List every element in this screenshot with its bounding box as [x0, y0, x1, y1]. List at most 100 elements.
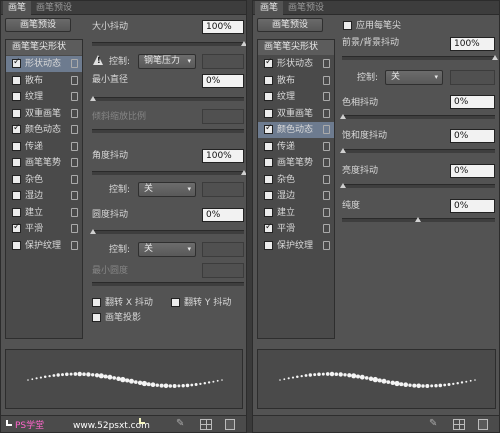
lock-icon[interactable] — [71, 207, 78, 217]
fg-bg-jitter-slider-thumb[interactable] — [492, 55, 499, 60]
lock-icon[interactable] — [71, 108, 78, 118]
brush-icon[interactable]: ✎ — [176, 418, 190, 430]
sidebar-item-checkbox[interactable] — [264, 158, 273, 167]
sidebar-item[interactable]: 散布 — [258, 73, 334, 89]
sidebar-item-checkbox[interactable] — [264, 191, 273, 200]
sidebar-item[interactable]: 双重画笔 — [6, 106, 82, 122]
tab-brush-presets[interactable]: 画笔预设 — [31, 1, 77, 15]
roundness-jitter-value[interactable]: 0% — [202, 208, 244, 222]
tab-brush[interactable]: 画笔 — [255, 1, 284, 15]
sidebar-item[interactable]: 传递 — [258, 139, 334, 155]
tab-brush[interactable]: 画笔 — [3, 1, 32, 15]
brightness-jitter-slider-thumb[interactable] — [340, 183, 347, 188]
sidebar-item-checkbox[interactable] — [12, 75, 21, 85]
apply-per-tip-checkbox[interactable] — [343, 21, 352, 30]
roundness-control-select[interactable]: 关 ▾ — [138, 242, 196, 257]
lock-icon[interactable] — [71, 141, 78, 151]
brightness-jitter-value[interactable]: 0% — [450, 164, 495, 178]
sidebar-item-checkbox[interactable] — [264, 240, 273, 250]
sidebar-item[interactable]: 建立 — [6, 205, 82, 221]
lock-icon[interactable] — [323, 92, 330, 101]
sidebar-item[interactable]: 保护纹理 — [6, 238, 82, 254]
angle-control-select[interactable]: 关 ▾ — [138, 182, 196, 197]
angle-jitter-slider[interactable] — [92, 171, 244, 175]
sidebar-item-checkbox[interactable] — [264, 174, 273, 184]
lock-icon[interactable] — [71, 92, 78, 101]
lock-icon[interactable] — [323, 125, 330, 134]
roundness-jitter-slider[interactable] — [92, 230, 244, 234]
sidebar-item[interactable]: 形状动态 — [6, 56, 82, 72]
sidebar-item[interactable]: 传递 — [6, 139, 82, 155]
sidebar-item[interactable]: 湿边 — [6, 188, 82, 204]
angle-jitter-value[interactable]: 100% — [202, 149, 244, 163]
lock-icon[interactable] — [71, 240, 78, 250]
fg-bg-jitter-value[interactable]: 100% — [450, 37, 495, 51]
roundness-jitter-slider-thumb[interactable] — [90, 229, 97, 234]
sidebar-item[interactable]: 纹理 — [258, 89, 334, 105]
purity-slider-thumb[interactable] — [415, 217, 422, 222]
lock-icon[interactable] — [323, 191, 330, 200]
sidebar-item-checkbox[interactable] — [12, 92, 21, 101]
min-diameter-value[interactable]: 0% — [202, 74, 244, 88]
sidebar-item[interactable]: 散布 — [6, 73, 82, 89]
saturation-jitter-value[interactable]: 0% — [450, 129, 495, 143]
lock-icon[interactable] — [323, 174, 330, 184]
brush-presets-button[interactable]: 画笔预设 — [5, 18, 71, 32]
lock-icon[interactable] — [71, 158, 78, 167]
sidebar-item-checkbox[interactable] — [12, 222, 21, 233]
sidebar-item[interactable]: 湿边 — [258, 188, 334, 204]
size-jitter-value[interactable]: 100% — [202, 20, 244, 34]
sidebar-item-checkbox[interactable] — [264, 57, 273, 68]
sidebar-item-checkbox[interactable] — [12, 108, 21, 118]
lock-icon[interactable] — [323, 141, 330, 151]
saturation-jitter-slider[interactable] — [342, 149, 495, 153]
lock-icon[interactable] — [323, 240, 330, 250]
min-diameter-slider[interactable] — [92, 97, 244, 101]
hue-jitter-slider[interactable] — [342, 115, 495, 119]
sidebar-item-checkbox[interactable] — [12, 174, 21, 184]
sidebar-item[interactable]: 建立 — [258, 205, 334, 221]
lock-icon[interactable] — [323, 108, 330, 118]
sidebar-item-checkbox[interactable] — [264, 75, 273, 85]
sidebar-item-checkbox[interactable] — [264, 141, 273, 151]
tab-brush-presets[interactable]: 画笔预设 — [283, 1, 329, 15]
sidebar-item[interactable]: 形状动态 — [258, 56, 334, 72]
hue-jitter-slider-thumb[interactable] — [340, 114, 347, 119]
sidebar-item[interactable]: 纹理 — [6, 89, 82, 105]
brightness-jitter-slider[interactable] — [342, 184, 495, 188]
lock-icon[interactable] — [71, 75, 78, 85]
sidebar-item-checkbox[interactable] — [12, 191, 21, 200]
brush-tip-shape-item[interactable]: 画笔笔尖形状 — [258, 40, 334, 55]
sidebar-item[interactable]: 平滑 — [6, 221, 82, 237]
sidebar-item[interactable]: 保护纹理 — [258, 238, 334, 254]
sidebar-item-checkbox[interactable] — [12, 240, 21, 250]
sidebar-item-checkbox[interactable] — [12, 141, 21, 151]
lock-icon[interactable] — [323, 59, 330, 68]
flip-y-checkbox[interactable] — [171, 298, 180, 307]
lock-icon[interactable] — [71, 125, 78, 134]
lock-icon[interactable] — [323, 207, 330, 217]
brush-projection-checkbox[interactable] — [92, 313, 101, 322]
sidebar-item-checkbox[interactable] — [264, 123, 273, 134]
fg-bg-jitter-slider[interactable] — [342, 56, 495, 60]
sidebar-item-checkbox[interactable] — [12, 57, 21, 68]
sidebar-item[interactable]: 颜色动态 — [6, 122, 82, 138]
new-preset-icon[interactable] — [225, 419, 235, 430]
sidebar-item-checkbox[interactable] — [264, 207, 273, 217]
sidebar-item-checkbox[interactable] — [264, 92, 273, 101]
sidebar-item[interactable]: 杂色 — [258, 172, 334, 188]
size-jitter-slider[interactable] — [92, 42, 244, 46]
brush-presets-button[interactable]: 画笔预设 — [257, 18, 323, 32]
grid-icon[interactable] — [453, 419, 465, 430]
lock-icon[interactable] — [323, 75, 330, 85]
min-diameter-slider-thumb[interactable] — [90, 96, 97, 101]
sidebar-item[interactable]: 画笔笔势 — [6, 155, 82, 171]
sidebar-item[interactable]: 颜色动态 — [258, 122, 334, 138]
lock-icon[interactable] — [71, 174, 78, 184]
sidebar-item-checkbox[interactable] — [12, 123, 21, 134]
saturation-jitter-slider-thumb[interactable] — [340, 148, 347, 153]
sidebar-item[interactable]: 双重画笔 — [258, 106, 334, 122]
lock-icon[interactable] — [323, 224, 330, 233]
lock-icon[interactable] — [71, 191, 78, 200]
sidebar-item[interactable]: 画笔笔势 — [258, 155, 334, 171]
